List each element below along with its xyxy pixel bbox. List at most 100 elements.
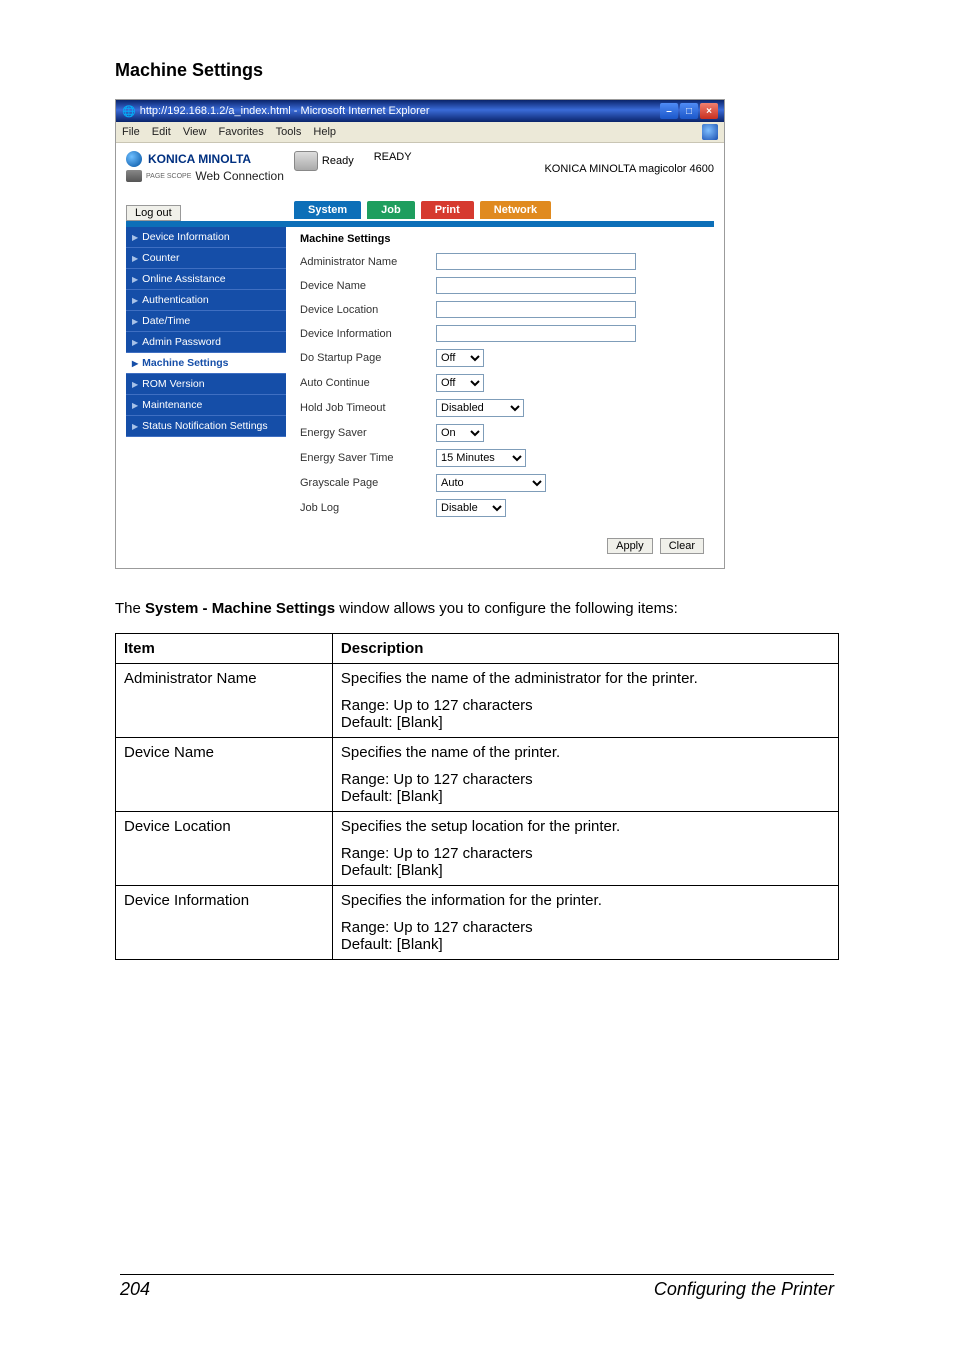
- range-text: Range: Up to 127 characters: [341, 697, 830, 714]
- sidebar-item-online-assistance[interactable]: Online Assistance: [126, 269, 286, 290]
- cell-item: Device Location: [116, 811, 333, 885]
- sidebar-item-admin-password[interactable]: Admin Password: [126, 332, 286, 353]
- model-label: KONICA MINOLTA magicolor 4600: [544, 163, 714, 175]
- menubar: File Edit View Favorites Tools Help: [116, 122, 724, 143]
- form-title: Machine Settings: [300, 233, 712, 245]
- default-text: Default: [Blank]: [341, 936, 830, 953]
- tab-network[interactable]: Network: [480, 201, 551, 219]
- energy-saver-select[interactable]: On: [436, 424, 484, 442]
- menu-view[interactable]: View: [183, 126, 207, 138]
- cell-item: Device Name: [116, 737, 333, 811]
- sidebar-item-rom-version[interactable]: ROM Version: [126, 374, 286, 395]
- table-row: Device Location Specifies the setup loca…: [116, 811, 839, 885]
- cell-desc: Specifies the name of the administrator …: [332, 663, 838, 737]
- para-post: window allows you to configure the follo…: [335, 600, 678, 617]
- titlebar: 🌐 http://192.168.1.2/a_index.html - Micr…: [116, 100, 724, 122]
- label-startup: Do Startup Page: [300, 352, 420, 364]
- th-item: Item: [116, 633, 333, 663]
- close-icon[interactable]: ×: [700, 103, 718, 119]
- startup-select[interactable]: Off: [436, 349, 484, 367]
- sidebar-item-machine-settings[interactable]: Machine Settings: [126, 353, 286, 374]
- brand-sub: PAGE SCOPE Web Connection: [126, 169, 284, 183]
- tab-job[interactable]: Job: [367, 201, 415, 219]
- sidebar-item-date-time[interactable]: Date/Time: [126, 311, 286, 332]
- titlebar-text: http://192.168.1.2/a_index.html - Micros…: [140, 105, 430, 117]
- device-location-field[interactable]: [436, 301, 636, 318]
- intro-paragraph: The System - Machine Settings window all…: [115, 599, 839, 619]
- default-text: Default: [Blank]: [341, 714, 830, 731]
- sidebar: Device Information Counter Online Assist…: [126, 227, 286, 530]
- hold-job-select[interactable]: Disabled: [436, 399, 524, 417]
- pagescope-icon: [126, 170, 142, 182]
- brand-logo-icon: [126, 151, 142, 167]
- printer-status-icon: [294, 151, 318, 171]
- energy-saver-time-select[interactable]: 15 Minutes: [436, 449, 526, 467]
- brand: KONICA MINOLTA: [126, 151, 284, 167]
- range-text: Range: Up to 127 characters: [341, 845, 830, 862]
- cell-desc: Specifies the information for the printe…: [332, 885, 838, 959]
- sidebar-item-authentication[interactable]: Authentication: [126, 290, 286, 311]
- desc-text: Specifies the name of the administrator …: [341, 670, 830, 687]
- apply-button[interactable]: Apply: [607, 538, 653, 554]
- para-pre: The: [115, 600, 145, 617]
- label-energy-saver-time: Energy Saver Time: [300, 452, 420, 464]
- ie-icon: 🌐: [122, 105, 136, 118]
- admin-name-field[interactable]: [436, 253, 636, 270]
- menu-help[interactable]: Help: [313, 126, 336, 138]
- menu-file[interactable]: File: [122, 126, 140, 138]
- page-number: 204: [120, 1279, 150, 1300]
- browser-window: 🌐 http://192.168.1.2/a_index.html - Micr…: [115, 99, 725, 569]
- status-label: Ready: [322, 155, 354, 167]
- label-device-info: Device Information: [300, 328, 420, 340]
- device-info-field[interactable]: [436, 325, 636, 342]
- sidebar-item-status-notification[interactable]: Status Notification Settings: [126, 416, 286, 437]
- table-row: Device Information Specifies the informa…: [116, 885, 839, 959]
- label-grayscale: Grayscale Page: [300, 477, 420, 489]
- table-row: Administrator Name Specifies the name of…: [116, 663, 839, 737]
- footer: 204 Configuring the Printer: [120, 1274, 834, 1300]
- page-heading: Machine Settings: [115, 60, 839, 81]
- label-energy-saver: Energy Saver: [300, 427, 420, 439]
- tab-print[interactable]: Print: [421, 201, 474, 219]
- brand-sub-text: Web Connection: [195, 169, 284, 183]
- clear-button[interactable]: Clear: [660, 538, 704, 554]
- cell-desc: Specifies the name of the printer. Range…: [332, 737, 838, 811]
- form-area: Machine Settings Administrator Name Devi…: [286, 227, 714, 530]
- menu-edit[interactable]: Edit: [152, 126, 171, 138]
- cell-item: Device Information: [116, 885, 333, 959]
- para-bold: System - Machine Settings: [145, 600, 335, 617]
- cell-item: Administrator Name: [116, 663, 333, 737]
- sidebar-item-counter[interactable]: Counter: [126, 248, 286, 269]
- auto-continue-select[interactable]: Off: [436, 374, 484, 392]
- default-text: Default: [Blank]: [341, 862, 830, 879]
- desc-text: Specifies the information for the printe…: [341, 892, 830, 909]
- label-device-location: Device Location: [300, 304, 420, 316]
- menu-tools[interactable]: Tools: [276, 126, 302, 138]
- description-table: Item Description Administrator Name Spec…: [115, 633, 839, 960]
- footer-section: Configuring the Printer: [654, 1279, 834, 1300]
- logout-button[interactable]: Log out: [126, 205, 181, 221]
- label-auto-continue: Auto Continue: [300, 377, 420, 389]
- sidebar-item-maintenance[interactable]: Maintenance: [126, 395, 286, 416]
- minimize-icon[interactable]: –: [660, 103, 678, 119]
- maximize-icon[interactable]: □: [680, 103, 698, 119]
- desc-text: Specifies the setup location for the pri…: [341, 818, 830, 835]
- label-job-log: Job Log: [300, 502, 420, 514]
- sidebar-item-device-information[interactable]: Device Information: [126, 227, 286, 248]
- label-hold-job: Hold Job Timeout: [300, 402, 420, 414]
- table-row: Device Name Specifies the name of the pr…: [116, 737, 839, 811]
- th-desc: Description: [332, 633, 838, 663]
- grayscale-select[interactable]: Auto: [436, 474, 546, 492]
- default-text: Default: [Blank]: [341, 788, 830, 805]
- range-text: Range: Up to 127 characters: [341, 771, 830, 788]
- pagescope-prefix: PAGE SCOPE: [146, 173, 191, 180]
- device-name-field[interactable]: [436, 277, 636, 294]
- menu-favorites[interactable]: Favorites: [219, 126, 264, 138]
- range-text: Range: Up to 127 characters: [341, 919, 830, 936]
- ie-logo-icon: [702, 124, 718, 140]
- tab-system[interactable]: System: [294, 201, 361, 219]
- label-device-name: Device Name: [300, 280, 420, 292]
- status-big: READY: [374, 151, 412, 163]
- job-log-select[interactable]: Disable: [436, 499, 506, 517]
- cell-desc: Specifies the setup location for the pri…: [332, 811, 838, 885]
